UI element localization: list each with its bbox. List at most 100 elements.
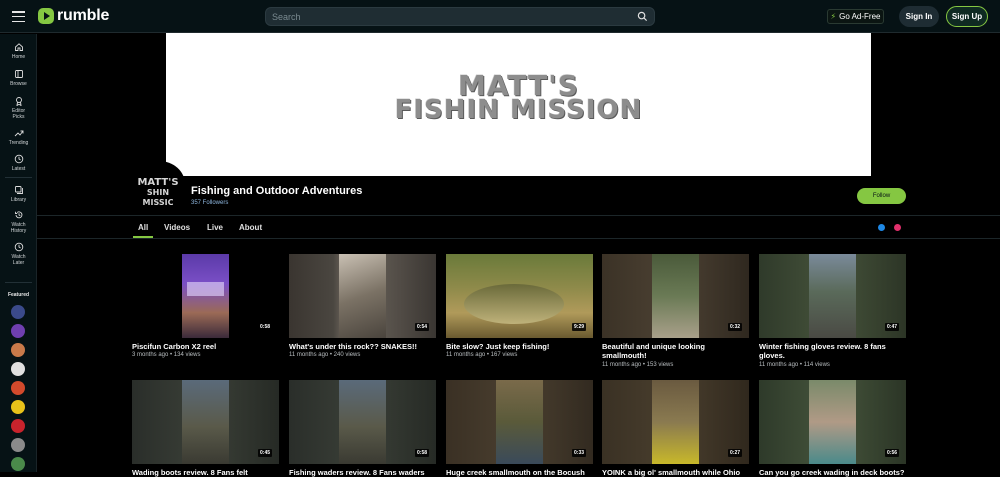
video-title[interactable]: Winter fishing gloves review. 8 fans glov… [759,342,906,360]
featured-channel-avatar[interactable] [11,381,25,395]
featured-channel-avatar[interactable] [11,343,25,357]
history-icon [14,211,22,219]
video-title[interactable]: Wading boots review. 8 Fans felt [132,468,279,477]
channel-avatar[interactable]: MATT'S SHIN MISSIC [133,177,183,208]
video-title[interactable]: What's under this rock?? SNAKES!! [289,342,436,351]
featured-channel-avatar[interactable] [11,305,25,319]
featured-channel-avatar[interactable] [11,324,25,338]
featured-channel-avatar[interactable] [11,419,25,433]
video-thumbnail[interactable] [289,254,436,338]
tab-all[interactable]: All [138,223,148,232]
video-meta: 3 months ago • 134 views [132,352,201,358]
sidebar-item-label: Latest [11,166,26,172]
tab-about[interactable]: About [239,223,262,232]
video-duration: 0:27 [728,449,743,457]
sidebar-item-watch-later[interactable]: Watch Later [0,242,37,266]
sidebar-item-label: Editor Picks [11,108,26,120]
follow-button[interactable]: Follow [857,188,906,204]
rumble-logo[interactable]: rumble [38,7,109,25]
ribbon-icon [15,97,22,106]
sign-up-button[interactable]: Sign Up [946,6,988,27]
video-meta: 11 months ago • 114 views [759,362,830,368]
sidebar-item-library[interactable]: Library [0,185,37,203]
watch-later-icon [14,242,23,252]
rumble-logo-icon [38,8,54,24]
video-thumbnail[interactable] [132,380,279,464]
video-thumbnail[interactable] [446,380,593,464]
sidebar-item-trending[interactable]: Trending [0,128,37,146]
channel-name: Fishing and Outdoor Adventures [191,185,363,197]
top-bar: rumble ⚡ Go Ad-Free Sign In Sign Up [0,0,1000,33]
sidebar-item-label: Browse [10,81,27,87]
tab-videos[interactable]: Videos [164,223,190,232]
video-thumbnail[interactable] [759,380,906,464]
video-duration: 0:58 [258,323,273,331]
logo-text: rumble [57,7,110,24]
sidebar-item-label: Watch Later [11,254,26,266]
video-title[interactable]: YOINK a big ol' smallmouth while Ohio [602,468,749,477]
trending-icon [14,130,23,137]
sidebar-item-browse[interactable]: Browse [0,69,37,87]
sidebar-item-label: Trending [8,140,29,146]
sidebar-item-editor-picks[interactable]: Editor Picks [0,96,37,120]
divider [37,215,1000,216]
featured-channel-avatar[interactable] [11,457,25,471]
video-meta: 11 months ago • 167 views [446,352,518,358]
video-thumbnail[interactable] [602,380,749,464]
video-title[interactable]: Piscifun Carbon X2 reel [132,342,279,351]
sidebar-item-label: Watch History [10,222,27,234]
featured-channel-avatar[interactable] [11,438,25,452]
library-icon [14,186,23,194]
video-duration: 0:58 [415,449,430,457]
video-meta: 11 months ago • 153 views [602,362,674,368]
video-duration: 0:45 [258,449,273,457]
tab-live[interactable]: Live [207,223,223,232]
video-title[interactable]: Huge creek smallmouth on the Bocush [446,468,593,477]
video-thumbnail[interactable] [289,380,436,464]
video-title[interactable]: Can you go creek wading in deck boots? [759,468,906,477]
sidebar-item-label: Home [11,54,26,60]
instagram-icon[interactable] [894,224,901,231]
video-duration: 0:47 [885,323,900,331]
sidebar-item-watch-history[interactable]: Watch History [0,210,37,234]
hamburger-menu-icon[interactable] [12,11,25,23]
video-meta: 11 months ago • 240 views [289,352,361,358]
sidebar-item-label: Library [10,197,27,203]
banner-title-line2: FISHIN MISSION [394,95,643,125]
video-duration: 0:32 [728,323,743,331]
video-thumbnail[interactable] [446,254,593,338]
featured-channel-avatar[interactable] [11,400,25,414]
featured-channel-avatar[interactable] [11,362,25,376]
search-bar [265,7,655,26]
lightning-icon: ⚡ [830,12,837,21]
featured-title: Featured [7,292,30,298]
sidebar-divider [5,177,32,178]
video-thumbnail[interactable] [132,254,279,338]
follower-count: 357 Followers [191,200,229,206]
search-input[interactable] [272,10,622,24]
search-icon[interactable] [637,11,648,22]
video-thumbnail[interactable] [602,254,749,338]
video-thumbnail[interactable] [759,254,906,338]
video-duration: 9:29 [572,323,587,331]
browse-icon [14,70,23,78]
divider [37,238,1000,239]
sidebar-divider [5,282,32,283]
clock-icon [14,154,23,164]
channel-banner: MATT'S FISHIN MISSION [166,33,871,176]
go-ad-free-label: Go Ad-Free [839,12,881,21]
sign-in-button[interactable]: Sign In [899,6,939,27]
video-title[interactable]: Beautiful and unique looking smallmouth! [602,342,749,360]
video-title[interactable]: Fishing waders review. 8 Fans waders [289,468,436,477]
avatar-text-line2: SHIN MISSIC [142,188,174,207]
sidebar-item-home[interactable]: Home [0,42,37,60]
video-title[interactable]: Bite slow? Just keep fishing! [446,342,593,351]
video-duration: 0:33 [572,449,587,457]
video-duration: 0:54 [415,323,430,331]
facebook-icon[interactable] [878,224,885,231]
sidebar: Home Browse Editor Picks Trending Latest… [0,34,37,472]
go-ad-free-button[interactable]: ⚡ Go Ad-Free [827,9,884,24]
sidebar-item-latest[interactable]: Latest [0,154,37,172]
home-icon [14,43,23,51]
avatar-text-line1: MATT'S [137,177,179,188]
